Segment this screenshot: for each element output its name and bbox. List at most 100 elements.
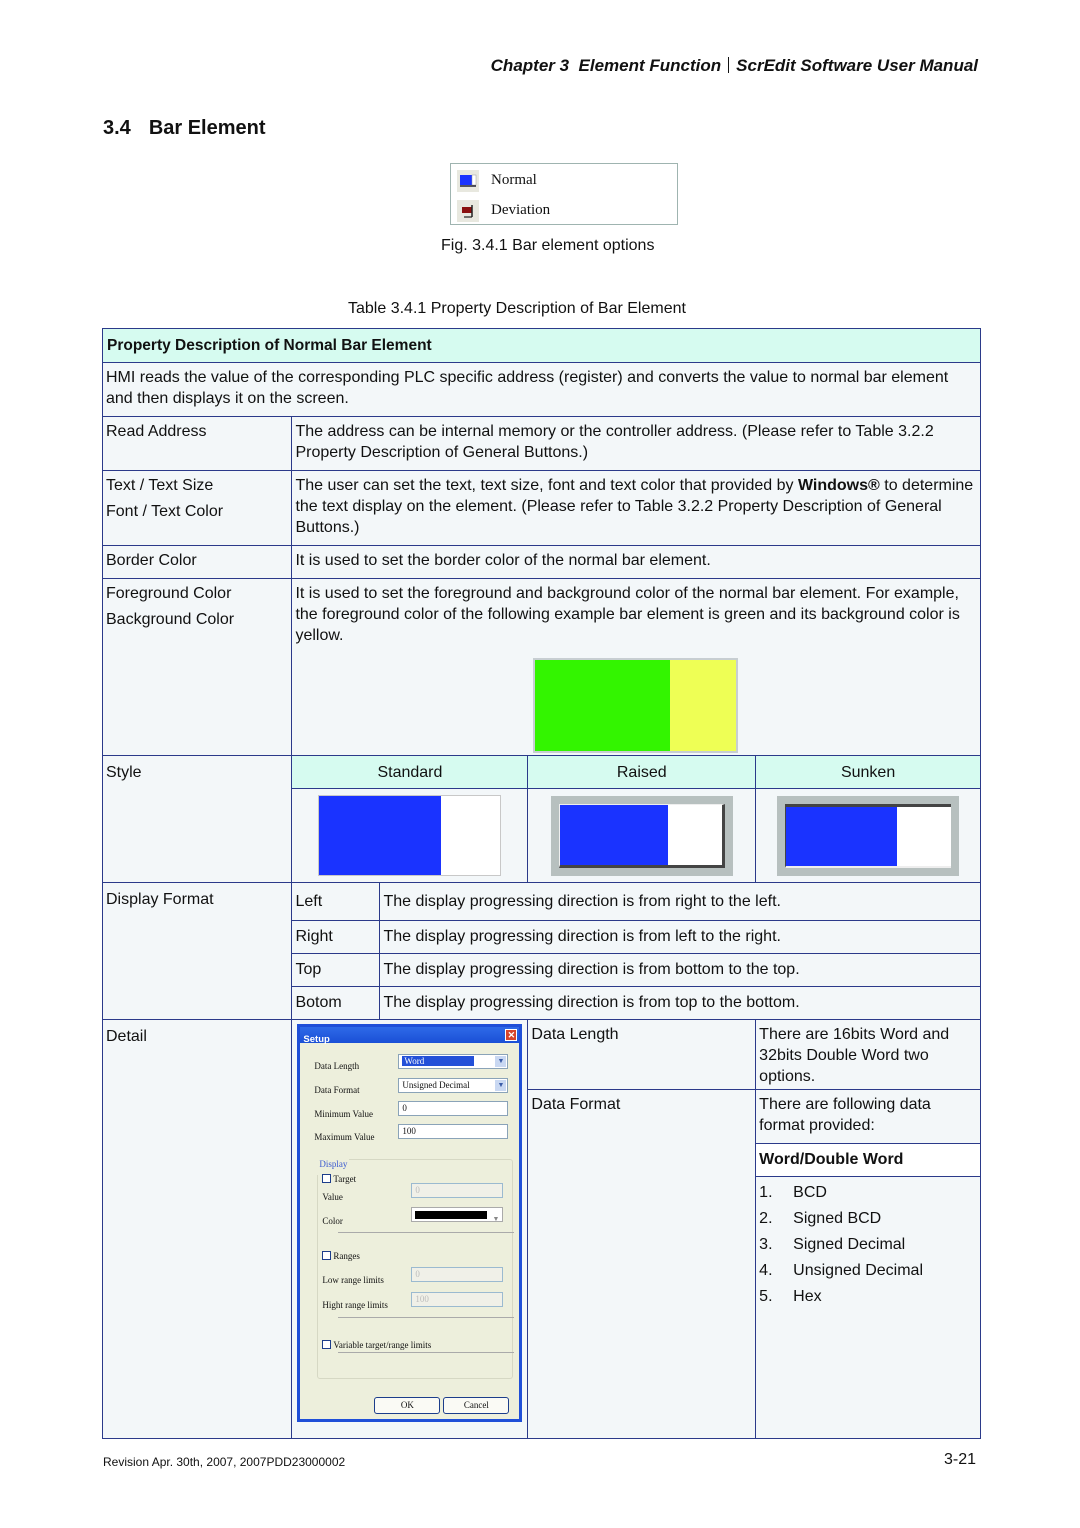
high-range-input[interactable]: 100 [411,1292,504,1307]
property-table: Property Description of Normal Bar Eleme… [101,328,981,1439]
list-item: 3. Signed Decimal [759,1232,977,1258]
foreground-fill [535,660,671,751]
low-range-label: Low range limits [322,1275,384,1285]
direction-desc: The display progressing direction is fro… [379,882,981,921]
format-item: Hex [793,1288,822,1305]
option-label: Deviation [491,202,551,218]
data-length-term: Data Length [527,1019,757,1090]
high-range-label: Hight range limits [322,1300,388,1310]
row-label-style: Style [101,755,293,883]
running-header: Chapter 3 Element Function ScrEdit Softwa… [491,56,978,76]
row-label-read-address: Read Address [101,416,293,471]
normal-bar-icon [457,169,479,192]
chevron-down-icon: ▼ [495,1056,507,1067]
target-value-input[interactable]: 0 [411,1183,504,1198]
format-list: 1. BCD 2. Signed BCD 3. Signed Decimal 4. Un… [759,1180,977,1310]
direction-right: Right [291,920,381,954]
close-icon[interactable]: ✕ [505,1029,518,1041]
row-label-text: Text / Text Size Font / Text Color [101,470,293,546]
setup-dialog: Setup ✕ Data Length Word ▼ Data Format Uns… [297,1024,523,1422]
format-list-cell: 1. BCD 2. Signed BCD 3. Signed Decimal 4. Un… [755,1176,981,1439]
variable-limits-label: Variable target/range limits [333,1340,432,1350]
checkbox-icon [322,1251,332,1260]
data-format-value: Unsigned Decimal [402,1080,470,1090]
list-item: 5. Hex [759,1284,977,1310]
cancel-button[interactable]: Cancel [443,1397,510,1414]
section-label: Element Function [578,56,722,75]
divider [728,57,730,73]
standard-example [291,788,529,883]
raised-frame [550,795,733,876]
revision-note: Revision Apr. 30th, 2007, 2007PDD2300000… [103,1455,346,1469]
data-length-value: Word [402,1056,475,1066]
checkbox-icon [322,1174,332,1183]
chevron-down-icon: ▼ [495,1080,507,1091]
font-color-label: Font / Text Color [106,503,224,520]
row-label-detail: Detail [101,1019,293,1439]
raised-bar [558,803,725,868]
text-size-label: Text / Text Size [106,477,214,494]
min-label: Minimum Value [314,1109,374,1119]
data-length-desc: There are 16bits Word and 32bits Double … [755,1019,981,1090]
ranges-checkbox[interactable]: Ranges [322,1246,360,1267]
list-item: 1. BCD [759,1180,977,1206]
colors-desc: It is used to set the foreground and bac… [295,585,960,644]
color-swatch [415,1211,488,1219]
style-sunken-label: Sunken [755,755,981,789]
direction-desc: The display progressing direction is fro… [379,986,981,1020]
windows-trademark: Windows® [797,477,880,494]
style-standard-label: Standard [291,755,529,789]
max-value-input[interactable]: 100 [398,1124,509,1139]
data-format-select[interactable]: Unsigned Decimal ▼ [398,1078,509,1093]
color-example-bar [533,658,739,753]
section-number: 3.4 [103,117,131,139]
text-desc: The user can set the text, text size, fo… [291,470,981,546]
format-item: BCD [793,1184,827,1201]
min-value-input[interactable]: 0 [398,1101,509,1116]
figure-caption: Fig. 3.4.1 Bar element options [441,237,655,254]
max-label: Maximum Value [314,1132,375,1142]
data-format-desc: There are following data format provided… [755,1089,981,1144]
standard-bar [318,795,502,876]
divider [338,1232,515,1233]
value-label: Value [322,1192,343,1202]
ok-button[interactable]: OK [374,1397,441,1414]
deviation-bar-icon [457,199,479,222]
section-heading: Bar Element [148,117,266,139]
low-range-input[interactable]: 0 [411,1267,504,1282]
table-heading: Property Description of Normal Bar Eleme… [102,328,981,363]
text-desc-part: The user can set the text, text size, fo… [295,477,798,494]
row-label-display-format: Display Format [101,882,293,1020]
option-deviation[interactable]: Deviation [451,197,677,224]
bar-options-figure: Normal Deviation [450,163,678,225]
page-number: 3-21 [943,1451,976,1468]
border-desc: It is used to set the border color of th… [291,545,981,579]
row-label-border: Border Color [101,545,293,579]
sunken-bar [785,803,952,868]
color-picker[interactable]: ▼ [411,1207,504,1223]
direction-top: Top [291,953,381,987]
manual-title: ScrEdit Software User Manual [736,56,978,75]
divider [338,1352,515,1353]
data-format-term: Data Format [527,1089,757,1439]
format-item: Signed Decimal [793,1236,906,1253]
dialog-title: Setup [303,1034,330,1045]
list-item: 4. Unsigned Decimal [759,1258,977,1284]
list-item: 2. Signed BCD [759,1206,977,1232]
option-label: Normal [491,172,537,188]
option-normal[interactable]: Normal [451,167,677,194]
table-intro: HMI reads the value of the corresponding… [102,362,981,417]
chevron-down-icon: ▼ [492,1215,500,1223]
target-label: Target [333,1174,357,1184]
style-raised-label: Raised [527,755,757,789]
format-item: Unsigned Decimal [793,1262,924,1279]
color-label: Color [322,1216,343,1226]
data-length-select[interactable]: Word ▼ [398,1054,509,1069]
bar-fill [559,804,669,865]
dialog-titlebar: Setup ✕ [300,1027,520,1045]
format-item: Signed BCD [793,1210,882,1227]
background-label: Background Color [106,611,235,628]
sunken-frame [777,795,960,876]
data-format-label: Data Format [314,1085,360,1095]
divider [338,1317,515,1318]
